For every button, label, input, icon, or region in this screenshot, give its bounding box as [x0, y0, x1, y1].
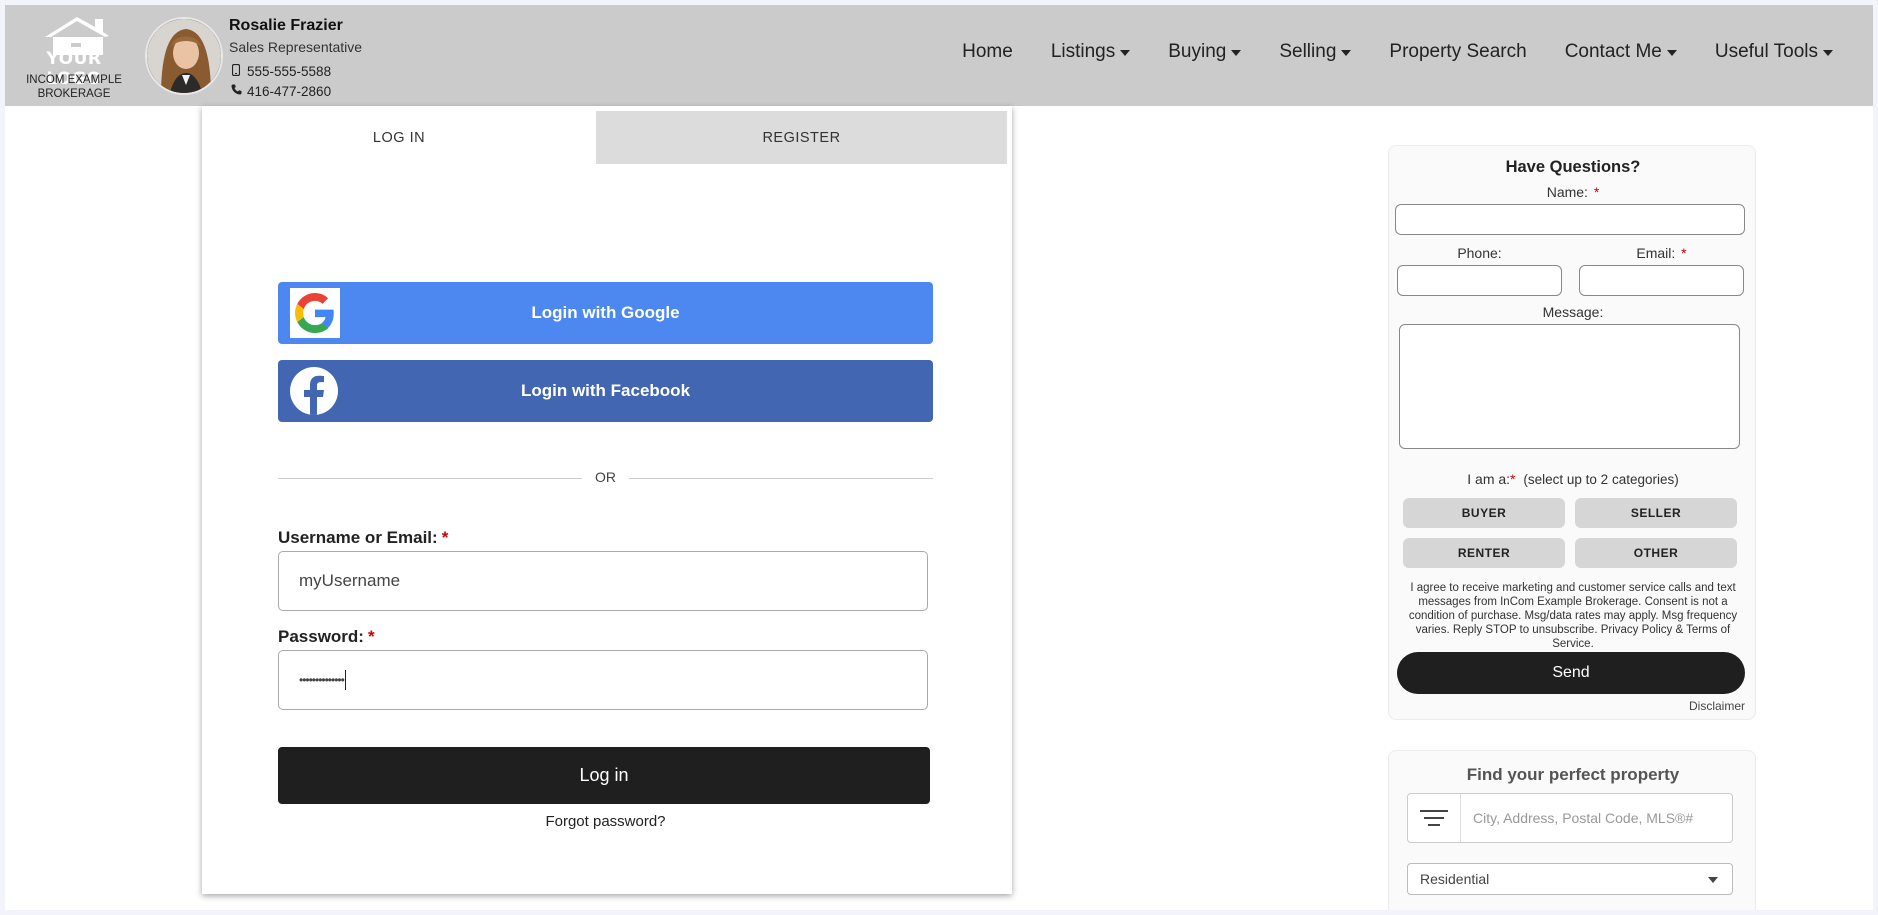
nav-label: Property Search — [1389, 41, 1527, 62]
nav-label: Listings — [1050, 41, 1116, 62]
forgot-password-link[interactable]: Forgot password? — [278, 813, 933, 830]
facebook-icon — [290, 367, 338, 415]
email-field[interactable] — [1579, 265, 1744, 296]
login-button[interactable]: Log in — [278, 747, 930, 804]
property-search-bar: City, Address, Postal Code, MLS®# — [1407, 793, 1733, 843]
required-marker: * — [1510, 471, 1516, 487]
google-icon — [290, 288, 340, 338]
iam-note: (select up to 2 categories) — [1523, 472, 1679, 487]
required-marker: * — [441, 528, 449, 547]
caret-down-icon — [1666, 50, 1677, 56]
category-renter-button[interactable]: RENTER — [1403, 538, 1565, 568]
brand-logo[interactable]: YOUR LOGO INCOM EXAMPLE BROKERAGE — [19, 15, 129, 101]
property-type-value: Residential — [1420, 871, 1490, 887]
username-label: Username or Email: * — [278, 528, 448, 548]
nav-label: Home — [962, 41, 1013, 62]
name-label-text: Name: — [1546, 184, 1588, 200]
password-value: •••••••••••••• — [299, 673, 345, 687]
nav-label: Buying — [1168, 41, 1227, 62]
username-value: myUsername — [299, 571, 401, 590]
contact-form-title: Have Questions? — [1505, 158, 1641, 176]
google-button-label: Login with Google — [531, 303, 680, 322]
email-label-text: Email: — [1636, 245, 1676, 261]
name-label: Name: * — [1389, 184, 1757, 200]
main-nav: Home Listings Buying Selling Property Se… — [924, 41, 1833, 63]
caret-down-icon — [1341, 50, 1352, 56]
email-label: Email: * — [1579, 245, 1744, 261]
required-marker: * — [1593, 184, 1600, 200]
site-header: YOUR LOGO INCOM EXAMPLE BROKERAGE Rosali… — [5, 5, 1873, 106]
login-card: LOG IN REGISTER Login with Google Login … — [202, 106, 1012, 894]
nav-buying[interactable]: Buying — [1168, 41, 1242, 63]
facebook-button-label: Login with Facebook — [520, 381, 691, 400]
brokerage-line-1: INCOM EXAMPLE — [26, 74, 122, 86]
brokerage-line-2: BROKERAGE — [37, 88, 111, 100]
page-frame: YOUR LOGO INCOM EXAMPLE BROKERAGE Rosali… — [5, 5, 1873, 910]
phone-label: Phone: — [1457, 245, 1502, 261]
filter-icon[interactable] — [1408, 794, 1461, 842]
iam-label-text: I am a: — [1467, 471, 1511, 487]
auth-tabs: LOG IN REGISTER — [202, 111, 1012, 164]
required-marker: * — [1681, 245, 1687, 261]
or-divider: OR — [278, 468, 933, 488]
or-text: OR — [595, 469, 616, 485]
divider-line — [629, 478, 933, 479]
chevron-down-icon — [1708, 877, 1718, 883]
agent-phone: 416-477-2860 — [247, 83, 332, 99]
tab-login[interactable]: LOG IN — [202, 111, 596, 164]
agent-title: Sales Representative — [229, 39, 363, 55]
caret-down-icon — [1231, 50, 1242, 56]
password-label: Password: * — [278, 627, 375, 647]
nav-label: Useful Tools — [1714, 41, 1818, 62]
agent-avatar — [145, 17, 223, 95]
text-cursor — [344, 670, 346, 690]
nav-selling[interactable]: Selling — [1279, 41, 1352, 63]
iam-label: I am a:* (select up to 2 categories) — [1389, 471, 1757, 487]
login-google-button[interactable]: Login with Google — [278, 282, 933, 344]
agent-photo — [147, 19, 221, 93]
required-marker: * — [367, 627, 375, 646]
caret-down-icon — [1120, 50, 1131, 56]
nav-property-search[interactable]: Property Search — [1389, 41, 1526, 63]
category-other-button[interactable]: OTHER — [1575, 538, 1737, 568]
message-textarea[interactable] — [1399, 324, 1740, 449]
phone-icon — [229, 84, 243, 98]
nav-label: Selling — [1279, 41, 1337, 62]
property-search-widget: Find your perfect property City, Address… — [1388, 750, 1756, 910]
agent-mobile: 555-555-5588 — [247, 63, 332, 79]
phone-field[interactable] — [1397, 265, 1562, 296]
login-facebook-button[interactable]: Login with Facebook — [278, 360, 933, 422]
nav-contact-me[interactable]: Contact Me — [1565, 41, 1677, 63]
property-type-select[interactable]: Residential — [1407, 863, 1733, 895]
password-input[interactable]: •••••••••••••• — [278, 650, 928, 710]
username-input[interactable]: myUsername — [278, 551, 928, 611]
message-label: Message: — [1542, 304, 1604, 320]
nav-useful-tools[interactable]: Useful Tools — [1715, 41, 1833, 63]
consent-text: I agree to receive marketing and custome… — [1408, 582, 1738, 650]
agent-name[interactable]: Rosalie Frazier — [229, 17, 362, 39]
brokerage-name: INCOM EXAMPLE BROKERAGE — [19, 73, 129, 101]
agent-info: Rosalie Frazier Sales Representative 555… — [229, 17, 362, 101]
contact-form: Have Questions? Name: * Phone: Email: * … — [1388, 145, 1756, 720]
disclaimer-link[interactable]: Disclaimer — [1689, 699, 1745, 713]
tab-register[interactable]: REGISTER — [596, 111, 1007, 164]
nav-label: Contact Me — [1564, 41, 1662, 62]
name-field[interactable] — [1395, 204, 1745, 235]
agent-mobile-row[interactable]: 555-555-5588 — [229, 61, 362, 81]
send-button[interactable]: Send — [1397, 652, 1745, 694]
agent-phone-row[interactable]: 416-477-2860 — [229, 81, 362, 101]
password-label-text: Password: — [278, 627, 364, 646]
category-buyer-button[interactable]: BUYER — [1403, 498, 1565, 528]
mobile-phone-icon — [229, 63, 243, 79]
caret-down-icon — [1823, 50, 1833, 56]
username-label-text: Username or Email: — [278, 528, 438, 547]
property-search-input[interactable]: City, Address, Postal Code, MLS®# — [1461, 794, 1693, 842]
category-seller-button[interactable]: SELLER — [1575, 498, 1737, 528]
nav-home[interactable]: Home — [962, 41, 1013, 63]
nav-listings[interactable]: Listings — [1050, 41, 1131, 63]
property-search-title: Find your perfect property — [1466, 765, 1680, 784]
